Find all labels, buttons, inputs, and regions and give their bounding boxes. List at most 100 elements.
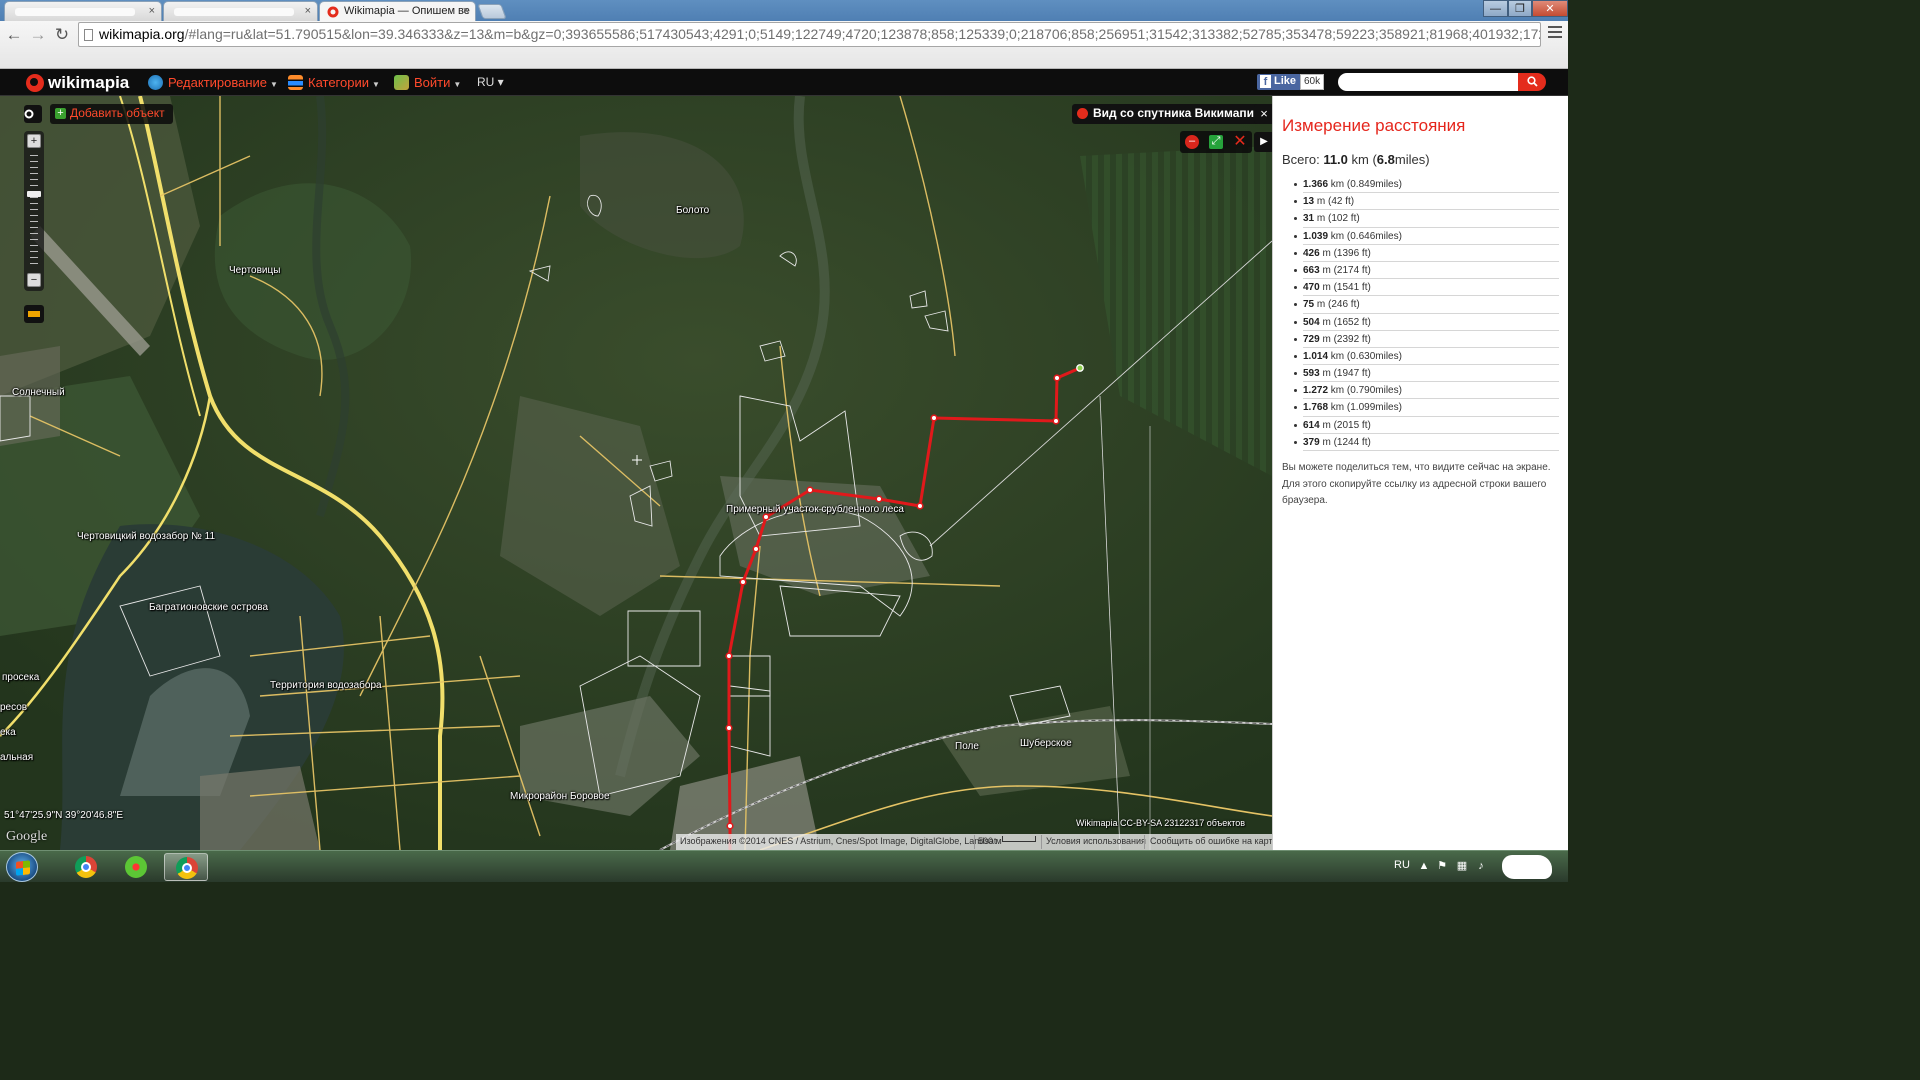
zoom-handle[interactable]	[27, 191, 41, 197]
tab-close-icon[interactable]: ×	[305, 5, 311, 17]
map-settings-button[interactable]	[24, 105, 42, 123]
wikimapia-header: wikimapia Редактирование ▼ Категории ▼ Вой…	[0, 69, 1568, 96]
add-object-label: Добавить объект	[70, 106, 165, 120]
menu-login-label: Войти	[414, 75, 451, 90]
zoom-slider[interactable]: + −	[24, 131, 44, 291]
language-selector[interactable]: RU ▾	[477, 75, 504, 89]
menu-categories[interactable]: Категории ▼	[288, 75, 380, 90]
fb-like-count: 60k	[1300, 74, 1325, 90]
taskbar-app-icq[interactable]	[114, 853, 158, 881]
categories-icon	[288, 75, 303, 90]
panel-toggle-arrow-icon[interactable]: ▶	[1254, 132, 1272, 152]
reload-button[interactable]: ↻	[51, 24, 73, 46]
address-bar[interactable]: wikimapia.org/#lang=ru&lat=51.790515&lon…	[78, 22, 1541, 47]
segment-value: 379	[1303, 436, 1320, 448]
windows-taskbar: RU ▲ ⚑ ▦ ♪	[0, 850, 1568, 882]
forward-button[interactable]: →	[27, 24, 49, 46]
browser-tab[interactable]: ×	[4, 1, 162, 21]
segment-unit: m (42 ft)	[1314, 196, 1355, 208]
taskbar-app-chrome-active[interactable]	[164, 853, 208, 881]
segment-unit: m (2392 ft)	[1319, 333, 1371, 345]
browser-menu-icon[interactable]	[1548, 26, 1562, 40]
segment-unit: km (0.646miles)	[1328, 230, 1402, 242]
divider	[1144, 835, 1145, 849]
segment-value: 614	[1303, 419, 1320, 431]
tab-close-icon[interactable]: ×	[463, 5, 469, 17]
map-label[interactable]: Чертовицкий водозабор № 11	[77, 531, 215, 542]
map-label[interactable]: Солнечный	[12, 387, 65, 398]
menu-categories-label: Категории	[308, 75, 369, 90]
window-close-button[interactable]: ✕	[1532, 0, 1568, 17]
divider	[974, 835, 975, 849]
tab-title: Wikimapia — Опишем ве	[344, 5, 470, 17]
zoom-in-button[interactable]: +	[27, 134, 41, 148]
map-label[interactable]: Микрорайон Боровое	[510, 791, 610, 802]
taskbar-app-chrome[interactable]	[64, 853, 108, 881]
segment-unit: m (2015 ft)	[1319, 419, 1371, 431]
map-label[interactable]: просека	[2, 672, 39, 683]
map-label[interactable]: Территория водозабора	[270, 680, 382, 691]
back-button[interactable]: ←	[3, 24, 25, 46]
map-label[interactable]: ека	[0, 727, 16, 738]
zoom-out-button[interactable]: −	[27, 273, 41, 287]
report-error-link[interactable]: Сообщить об ошибке на карте	[1150, 836, 1272, 846]
segment-item: 1.014 km (0.630miles)	[1294, 348, 1559, 366]
stop-measure-icon[interactable]: –	[1185, 135, 1199, 149]
map-label[interactable]: Шуберское	[1020, 738, 1072, 749]
search-button[interactable]	[1518, 73, 1546, 91]
tray-expand-icon[interactable]: ▲	[1418, 860, 1430, 872]
browser-tab-active[interactable]: Wikimapia — Опишем ве ×	[319, 1, 476, 21]
imagery-credit: Изображения ©2014 CNES / Astrium, Cnes/S…	[680, 836, 997, 846]
tray-network-icon[interactable]: ▦	[1456, 860, 1468, 872]
tray-language[interactable]: RU	[1394, 859, 1410, 871]
map-label[interactable]: Болото	[676, 205, 709, 216]
tray-flag-icon[interactable]: ⚑	[1436, 860, 1448, 872]
new-tab-button[interactable]	[477, 4, 507, 19]
menu-edit[interactable]: Редактирование ▼	[148, 75, 278, 90]
window-minimize-button[interactable]: —	[1483, 0, 1508, 17]
measure-toolbar: – ⤢ ✕	[1180, 131, 1252, 153]
tray-volume-icon[interactable]: ♪	[1475, 860, 1487, 872]
plus-icon: +	[55, 108, 66, 119]
map-label[interactable]: Поле	[955, 741, 979, 752]
wikimapia-attribution[interactable]: Wikimapia CC-BY-SA 23122317 объектов	[1076, 818, 1245, 828]
window-maximize-button[interactable]: ❐	[1508, 0, 1532, 17]
map-label[interactable]: Примерный участок срубленного леса	[726, 504, 904, 515]
map-label[interactable]: альная	[0, 752, 33, 763]
redacted-clock[interactable]	[1502, 855, 1552, 879]
tab-close-icon[interactable]: ×	[149, 5, 155, 17]
segment-value: 1.014	[1303, 350, 1329, 362]
map-label[interactable]: Багратионовские острова	[149, 602, 268, 613]
share-note: Вы можете поделиться тем, что видите сей…	[1282, 462, 1551, 506]
terms-link[interactable]: Условия использования	[1046, 836, 1146, 846]
segment-unit: km (1.099miles)	[1328, 402, 1402, 414]
map-label[interactable]: ресов	[0, 702, 27, 713]
scale-label: 500 м	[978, 836, 1002, 846]
ruler-tool-icon[interactable]	[24, 305, 44, 323]
facebook-like-button[interactable]: f Like	[1257, 74, 1302, 90]
globe-edit-icon	[148, 75, 163, 90]
clear-measure-icon[interactable]: ✕	[1233, 134, 1247, 150]
segment-item: 470 m (1541 ft)	[1294, 279, 1559, 297]
fit-route-icon[interactable]: ⤢	[1209, 135, 1223, 149]
url-path: /#lang=ru&lat=51.790515&lon=39.346333&z=…	[184, 26, 1541, 42]
search-icon	[1526, 76, 1538, 87]
start-button[interactable]	[6, 852, 38, 882]
segment-unit: m (1396 ft)	[1319, 247, 1371, 259]
satellite-view-button[interactable]: Вид со спутника Викимапии	[1072, 104, 1270, 124]
wikimapia-logo[interactable]: wikimapia	[26, 72, 129, 94]
map-canvas[interactable]: Болото Чертовицы Солнечный Чертовицкий в…	[0, 96, 1272, 850]
menu-login[interactable]: Войти ▼	[394, 75, 461, 90]
wikimapia-logo-icon	[1077, 108, 1088, 119]
wikimapia-favicon-icon	[327, 6, 339, 18]
segment-item: 426 m (1396 ft)	[1294, 245, 1559, 262]
add-object-button[interactable]: + Добавить объект	[50, 104, 173, 124]
browser-tab[interactable]: ×	[163, 1, 318, 21]
search-input[interactable]	[1338, 73, 1518, 91]
panel-close-button[interactable]: ×	[1254, 104, 1272, 124]
segment-value: 729	[1303, 333, 1320, 345]
map-label[interactable]: Чертовицы	[229, 265, 280, 276]
page-icon	[84, 29, 93, 41]
segment-value: 470	[1303, 282, 1320, 294]
segment-value: 663	[1303, 264, 1320, 276]
